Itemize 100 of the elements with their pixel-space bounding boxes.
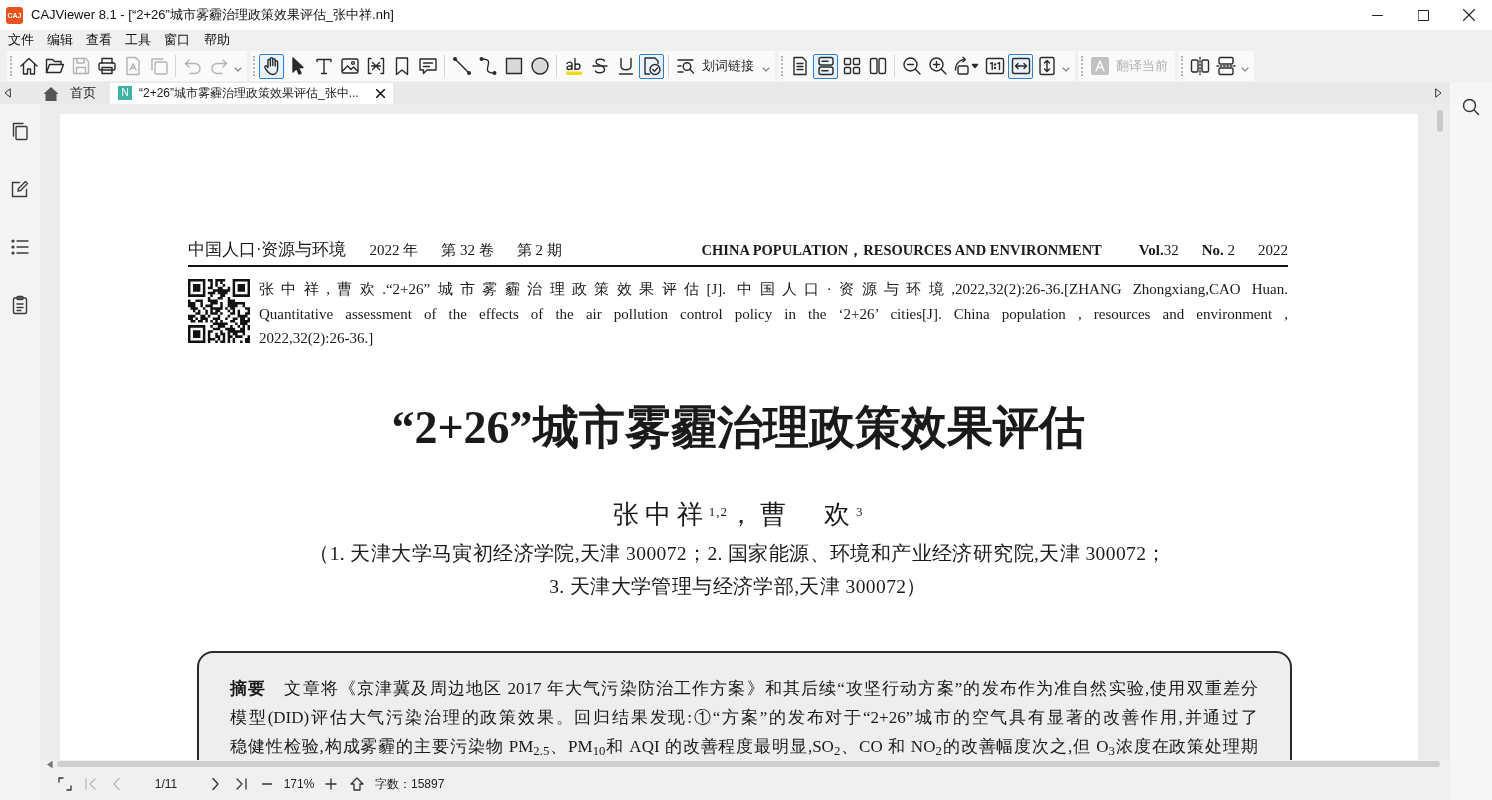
maximize-icon: [1417, 9, 1429, 21]
bracket-cross-icon: [365, 56, 386, 76]
menu-item[interactable]: 帮助: [196, 30, 237, 50]
line-icon: [451, 56, 472, 76]
minimize-icon: [1371, 14, 1383, 16]
scroll-tabs-right-button[interactable]: [1435, 88, 1442, 98]
toolbar-menu-button[interactable]: [762, 67, 770, 72]
zoom-in-icon: [927, 56, 948, 76]
scrollbar-thumb[interactable]: [1437, 110, 1443, 132]
volume-number: 第 32 卷: [441, 241, 494, 260]
edit-icon: [10, 179, 30, 199]
caret-icon: [762, 67, 770, 72]
abstract-text: 摘要 文章将《京津冀及周边地区 2017 年大气污染防治工作方案》和其后续“攻坚行动方案”的发布作为准自然实验,使用双重差分 模型(DID)评估大气污染治理的政策效果。回归结果发现:①“方案”的发布对于“2+26”城市的空气具有显著的改善作用,并通过了 稳健性检验,构成雾霾的主要污染物 PM$_{2.5}$、PM$_{10}$和 AQI 的改善程度最明显,SO$_{2}$、CO 和 NO$_{2}$的改善幅度次之,但 O$_{3}$浓度在政策处理期: [230, 677, 1258, 760]
home-icon: [18, 56, 39, 76]
copy-icon: [10, 121, 30, 141]
document-tab[interactable]: N “2+26”城市雾霾治理政策效果评估_张中...: [110, 82, 393, 104]
caret-icon: [1062, 67, 1070, 72]
notes-button[interactable]: [10, 295, 30, 315]
qr-code: [188, 279, 250, 343]
toolbar-grip[interactable]: [1081, 56, 1084, 76]
word-count: 字数：15897: [375, 776, 445, 793]
continuous-page-button[interactable]: [813, 53, 838, 79]
menu-item[interactable]: 文件: [1, 30, 41, 50]
strikethrough-icon: [589, 56, 610, 76]
two-columns-icon: [867, 56, 888, 76]
letter-a-icon: [1090, 56, 1110, 76]
journal-name-english: CHINA POPULATION，RESOURCES AND ENVIRONMENT: [701, 241, 1102, 260]
file-badge: N: [118, 86, 132, 100]
close-icon: [376, 88, 385, 98]
letter-t-icon: [313, 56, 334, 76]
toolbar-grip[interactable]: [10, 56, 13, 76]
caret-icon: [234, 67, 242, 72]
zoom-out-icon: [901, 56, 922, 76]
citation-text: 张中祥,曹欢.“2+26”城市雾霾治理政策效果评估[J]. 中国人口·资源与环境,2022,32(2):26-36.[ZHANG Zhongxiang,CAO Huan. Quantitative assessment of the effects of the air pollution control policy in the ‘2+26’ cities[J]. China population , resources and environment , 2022,32(2):26-36.]: [259, 280, 1288, 348]
house-icon: [43, 85, 59, 101]
paper-title: “2+26”城市雾霾治理政策效果评估: [390, 402, 1086, 453]
up-arrow-icon: [350, 777, 364, 791]
document-check-icon: [641, 56, 662, 76]
copy-icon: [148, 56, 169, 76]
pages-button[interactable]: [10, 121, 30, 141]
affiliation-text: （1. 天津大学马寅初经济学院,天津 300072；2. 国家能源、环境和产业经济研究院,天津 300072； 3. 天津大学管理与经济学部,天津 300072）: [308, 541, 1168, 599]
triangle-left-icon: [4, 88, 11, 98]
stacked-panels-icon: [1215, 56, 1236, 76]
triangle-left-icon: [47, 760, 53, 768]
circle-icon: [529, 56, 550, 76]
hand-tool-button[interactable]: [259, 53, 284, 79]
side-by-side-icon: [1189, 56, 1210, 76]
tab-close-button[interactable]: [376, 88, 385, 98]
corners-icon: [58, 777, 72, 791]
outline-button[interactable]: [10, 237, 30, 257]
issue-year: 2022 年: [369, 241, 419, 260]
image-icon: [339, 56, 360, 76]
actual-size-icon: [984, 56, 1005, 76]
zoom-level: 171%: [282, 776, 316, 793]
fit-width-button[interactable]: [1008, 53, 1033, 79]
annotations-button[interactable]: [10, 179, 30, 199]
curve-icon: [477, 56, 498, 76]
search-button[interactable]: [1462, 98, 1480, 116]
page-number: 1/11: [153, 776, 179, 793]
magnifier-lines-icon: [676, 56, 696, 76]
close-icon: [1463, 9, 1475, 21]
last-page-icon: [234, 777, 248, 791]
author-names: 张中祥$^{1,2}$，曹 欢$^{3}$: [611, 498, 865, 531]
stacked-pages-icon: [815, 56, 836, 76]
fit-width-icon: [1010, 56, 1031, 76]
issue-number: 第 2 期: [516, 241, 562, 260]
caret-icon: [1241, 67, 1249, 72]
scroll-tabs-left-button[interactable]: [4, 88, 11, 98]
year-label: 2022: [1258, 241, 1288, 260]
fit-height-icon: [1036, 56, 1057, 76]
clipboard-icon: [10, 295, 30, 315]
scroll-left-button[interactable]: [47, 760, 53, 768]
menu-item[interactable]: 查看: [79, 30, 119, 50]
menu-item[interactable]: 窗口: [157, 30, 197, 50]
search-icon: [1462, 98, 1480, 116]
home-tab[interactable]: 首页: [35, 82, 104, 104]
toolbar-menu-button[interactable]: [234, 67, 242, 72]
toolbar-grip[interactable]: [781, 56, 784, 76]
speech-bubble-icon: [417, 56, 438, 76]
toolbar-grip[interactable]: [1181, 56, 1184, 76]
toolbar-grip[interactable]: [253, 56, 256, 76]
square-icon: [503, 56, 524, 76]
issue-label: No. 2: [1201, 241, 1235, 260]
list-icon: [10, 237, 30, 257]
triangle-right-icon: [1435, 88, 1442, 98]
menu-item[interactable]: 编辑: [40, 30, 80, 50]
scrollbar-thumb[interactable]: [57, 761, 1440, 767]
word-link-button[interactable]: 划词链接: [673, 53, 759, 79]
highlighter-icon: [563, 56, 584, 76]
printer-icon: [96, 56, 117, 76]
rotate-icon: [953, 56, 979, 76]
journal-name: 中国人口·资源与环境: [188, 239, 347, 261]
menu-item[interactable]: 工具: [118, 30, 158, 50]
grid-icon: [841, 56, 862, 76]
volume-label: Vol.32: [1138, 241, 1179, 260]
plus-icon: [324, 777, 338, 791]
toolbar-menu-button[interactable]: [1062, 67, 1070, 72]
stamp-button[interactable]: [639, 53, 664, 79]
first-page-icon: [84, 777, 98, 791]
toolbar-menu-button[interactable]: [1241, 67, 1249, 72]
